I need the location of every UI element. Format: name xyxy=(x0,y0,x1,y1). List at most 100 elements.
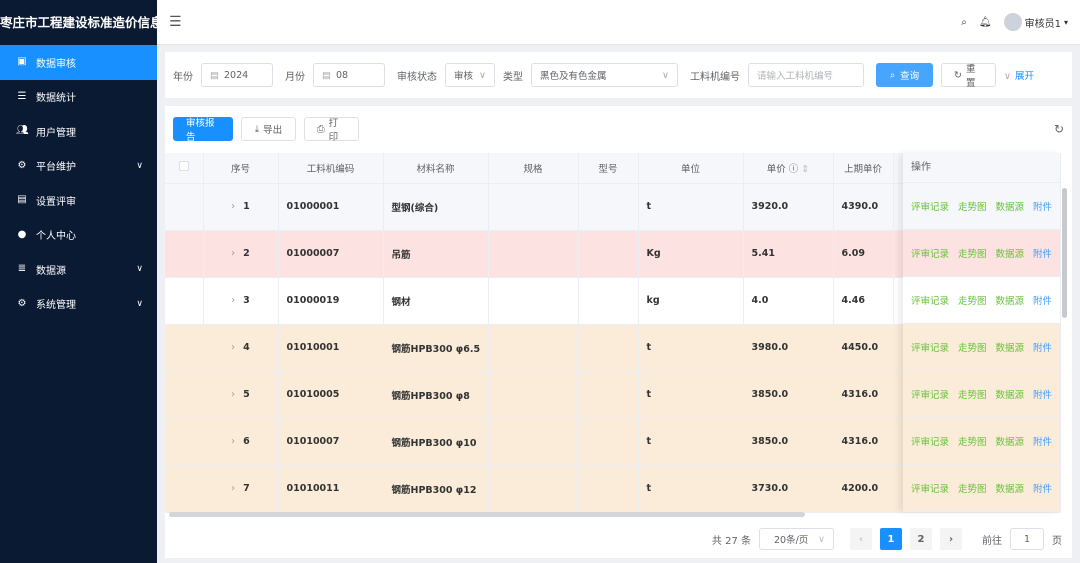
expand-row-icon[interactable]: › xyxy=(231,295,235,306)
cell-spec xyxy=(488,183,579,231)
collapse-menu-icon[interactable]: ☰ xyxy=(169,14,182,30)
refresh-icon[interactable]: ↻ xyxy=(1054,122,1064,136)
page-2[interactable]: 2 xyxy=(910,528,932,550)
action-link-1[interactable]: 走势图 xyxy=(958,434,987,448)
sidebar-item-2[interactable]: 👥︎ 用户管理 xyxy=(0,114,157,149)
calendar-icon: ▤ xyxy=(322,69,331,81)
avatar xyxy=(1003,13,1022,31)
chevron-down-icon: ∨ xyxy=(136,298,143,309)
expand-row-icon[interactable]: › xyxy=(231,201,235,212)
action-link-3[interactable]: 附件 xyxy=(1033,293,1052,307)
cell-spec xyxy=(488,371,579,419)
action-link-0[interactable]: 评审记录 xyxy=(911,481,949,495)
info-icon: ⓘ xyxy=(785,163,802,175)
horizontal-scrollbar[interactable] xyxy=(169,512,805,517)
cell-unit: Kg xyxy=(638,230,744,278)
code-placeholder: 请输入工料机编号 xyxy=(757,71,834,82)
expand-row-icon[interactable]: › xyxy=(231,342,235,353)
action-link-3[interactable]: 附件 xyxy=(1033,481,1052,495)
action-link-1[interactable]: 走势图 xyxy=(958,340,987,354)
code-input[interactable]: 请输入工料机编号 xyxy=(748,63,864,87)
vertical-scrollbar[interactable] xyxy=(1062,188,1067,318)
action-link-1[interactable]: 走势图 xyxy=(958,481,987,495)
reset-button[interactable]: ↻ 重置 xyxy=(941,63,996,89)
action-link-0[interactable]: 评审记录 xyxy=(911,246,949,260)
database-icon: ≣ xyxy=(17,263,27,275)
export-button[interactable]: ⤓ 导出 xyxy=(241,117,296,141)
type-select[interactable]: 黑色及有色金属 ∨ xyxy=(531,63,678,87)
expand-row-icon[interactable]: › xyxy=(231,248,235,259)
bell-icon[interactable]: 🔔︎ xyxy=(979,17,992,28)
column-header: 单位 xyxy=(638,153,744,184)
action-link-1[interactable]: 走势图 xyxy=(958,246,987,260)
row-number: 6 xyxy=(243,436,250,447)
header: ☰ ⌕ 🔔︎ 审核员1 ▾ xyxy=(157,0,1080,45)
search-icon: ⌕ xyxy=(889,69,896,81)
goto-page-input[interactable]: 1 xyxy=(1010,528,1044,550)
action-link-3[interactable]: 附件 xyxy=(1033,246,1052,260)
expand-row-icon[interactable]: › xyxy=(231,483,235,494)
sidebar-item-label: 平台维护 xyxy=(36,162,76,174)
row-number: 3 xyxy=(243,295,250,306)
action-link-0[interactable]: 评审记录 xyxy=(911,387,949,401)
action-link-3[interactable]: 附件 xyxy=(1033,434,1052,448)
sort-icon[interactable]: ⇕ xyxy=(801,164,809,175)
sidebar-item-label: 数据源 xyxy=(36,265,66,277)
audit-report-button[interactable]: 审核报告 xyxy=(173,117,233,143)
sidebar-item-1[interactable]: ☰ 数据统计 xyxy=(0,80,157,115)
users-icon: 👥︎ xyxy=(16,125,29,137)
page-size-select[interactable]: 20条/页 ∨ xyxy=(759,528,834,550)
action-link-0[interactable]: 评审记录 xyxy=(911,434,949,448)
action-link-3[interactable]: 附件 xyxy=(1033,199,1052,213)
year-label: 年份 xyxy=(173,71,193,83)
page-1[interactable]: 1 xyxy=(880,528,902,550)
action-link-2[interactable]: 数据源 xyxy=(996,434,1025,448)
sidebar-item-6[interactable]: ≣ 数据源 ∨ xyxy=(0,252,157,287)
page-size-value: 20条/页 xyxy=(774,535,809,546)
row-actions: 评审记录 走势图 数据源 附件 xyxy=(903,183,1060,230)
action-link-0[interactable]: 评审记录 xyxy=(911,340,949,354)
sidebar-item-label: 系统管理 xyxy=(36,300,76,312)
action-link-2[interactable]: 数据源 xyxy=(996,246,1025,260)
row-number: 4 xyxy=(243,342,250,353)
action-link-2[interactable]: 数据源 xyxy=(996,387,1025,401)
sidebar-item-3[interactable]: ⚙ 平台维护 ∨ xyxy=(0,149,157,184)
sidebar-item-5[interactable]: ● 个人中心 xyxy=(0,218,157,253)
action-link-3[interactable]: 附件 xyxy=(1033,340,1052,354)
action-link-2[interactable]: 数据源 xyxy=(996,293,1025,307)
action-link-2[interactable]: 数据源 xyxy=(996,199,1025,213)
print-button[interactable]: ⎙ 打印 xyxy=(304,117,359,143)
prev-page-button[interactable]: ‹ xyxy=(850,528,872,550)
sidebar-item-4[interactable]: ▤ 设置评审 xyxy=(0,183,157,218)
cell-price: 3850.0 xyxy=(743,371,834,419)
action-link-0[interactable]: 评审记录 xyxy=(911,199,949,213)
expand-row-icon[interactable]: › xyxy=(231,436,235,447)
next-page-button[interactable]: › xyxy=(940,528,962,550)
user-menu[interactable]: 审核员1 ▾ xyxy=(1003,13,1068,31)
cell-price: 3980.0 xyxy=(743,324,834,372)
cell-price: 3920.0 xyxy=(743,183,834,231)
action-link-1[interactable]: 走势图 xyxy=(958,293,987,307)
sidebar-item-0[interactable]: ▣ 数据审核 xyxy=(0,45,157,80)
year-picker[interactable]: ▤ 2024 xyxy=(201,63,273,87)
search-icon[interactable]: ⌕ xyxy=(961,17,967,28)
action-link-1[interactable]: 走势图 xyxy=(958,199,987,213)
cell-prev: 4450.0 xyxy=(833,324,894,372)
search-button[interactable]: ⌕ 查询 xyxy=(876,63,933,87)
column-header: 工料机编码 xyxy=(278,153,384,184)
status-select[interactable]: 审核 ∨ xyxy=(445,63,495,87)
action-link-1[interactable]: 走势图 xyxy=(958,387,987,401)
expand-row-icon[interactable]: › xyxy=(231,389,235,400)
total-count: 共 27 条 xyxy=(711,535,751,547)
sidebar-item-7[interactable]: ⚙ 系统管理 ∨ xyxy=(0,287,157,322)
user-icon: ● xyxy=(17,228,27,240)
expand-toggle[interactable]: ∨ 展开 xyxy=(1004,68,1034,82)
action-link-0[interactable]: 评审记录 xyxy=(911,293,949,307)
cell-prev: 6.09 xyxy=(833,230,894,278)
action-link-2[interactable]: 数据源 xyxy=(996,340,1025,354)
month-picker[interactable]: ▤ 08 xyxy=(313,63,385,87)
cell-prev: 4.46 xyxy=(833,277,894,325)
select-all-checkbox[interactable] xyxy=(165,153,204,184)
action-link-3[interactable]: 附件 xyxy=(1033,387,1052,401)
action-link-2[interactable]: 数据源 xyxy=(996,481,1025,495)
